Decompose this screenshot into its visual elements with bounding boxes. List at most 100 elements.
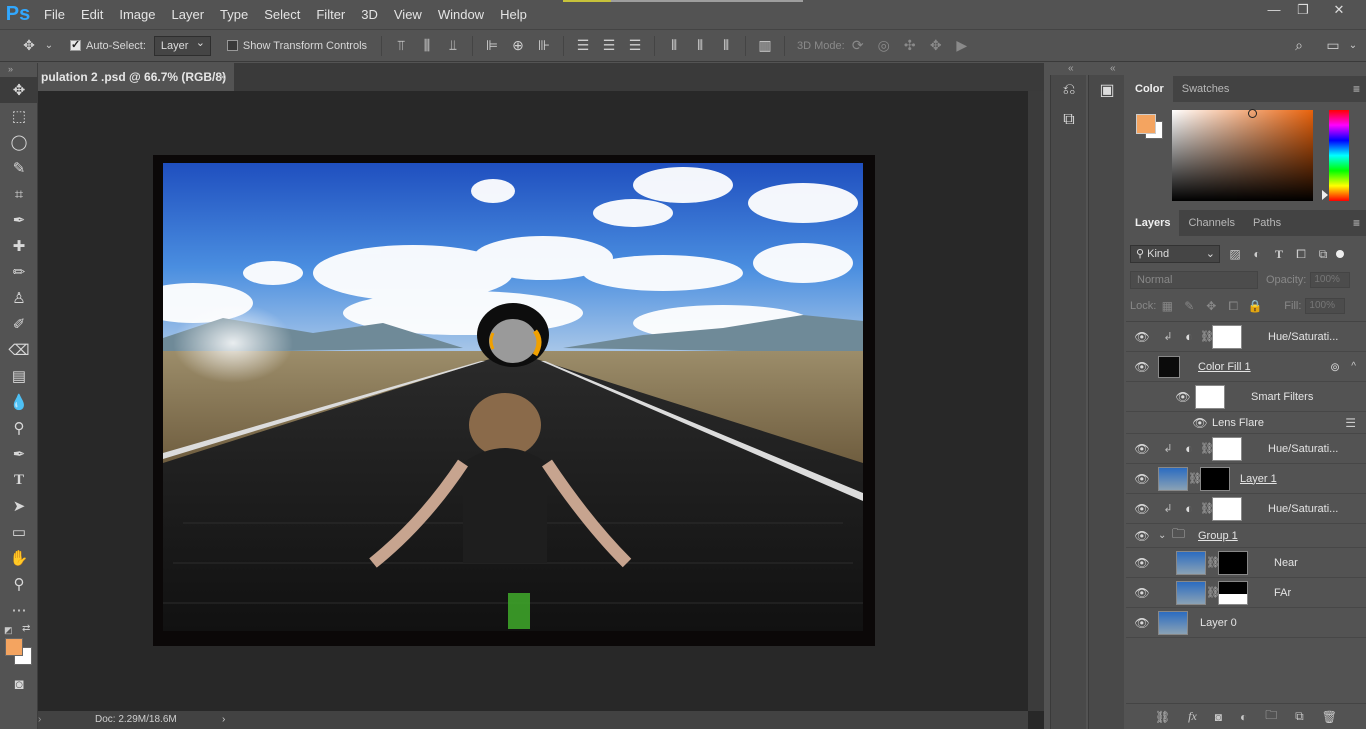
collapse-arrows-icon[interactable]: » xyxy=(0,63,37,77)
path-select-tool[interactable]: ➤ xyxy=(0,493,38,519)
layer-mask-thumbnail[interactable] xyxy=(1200,466,1230,491)
visibility-eye-icon[interactable]: 👁 xyxy=(1171,390,1195,404)
panel-menu-icon[interactable]: ≡ xyxy=(1353,210,1360,236)
zoom-tool[interactable]: ⚲ xyxy=(0,571,38,597)
auto-select-target-dropdown[interactable]: Layer xyxy=(153,34,211,56)
layer-mask-thumbnail[interactable] xyxy=(1218,550,1248,575)
layer-row[interactable]: 👁 Smart Filters xyxy=(1126,382,1366,412)
menu-type[interactable]: Type xyxy=(212,0,256,29)
tab-layers[interactable]: Layers xyxy=(1126,210,1180,236)
align-bottom-icon[interactable]: ⫫ xyxy=(440,37,466,54)
layer-row[interactable]: 👁 ↲ ◐ ⛓ Hue/Saturati... xyxy=(1126,494,1366,524)
filter-adjustment-icon[interactable]: ◐ xyxy=(1246,247,1268,261)
visibility-eye-icon[interactable]: 👁 xyxy=(1126,586,1158,600)
pen-tool[interactable]: ✒ xyxy=(0,441,38,467)
swap-colors-icon[interactable]: ⇄ xyxy=(22,623,30,634)
tab-channels[interactable]: Channels xyxy=(1179,210,1243,236)
type-tool[interactable]: T xyxy=(0,467,38,493)
layer-thumbnail[interactable] xyxy=(1158,466,1188,491)
hue-slider-marker[interactable] xyxy=(1322,190,1328,200)
tab-color[interactable]: Color xyxy=(1126,76,1173,102)
layer-row[interactable]: 👁 Color Fill 1 ⊚ ^ xyxy=(1126,352,1366,382)
distribute-left-icon[interactable]: ⦀ xyxy=(661,37,687,54)
canvas-pasteboard[interactable] xyxy=(38,91,1028,711)
close-document-icon[interactable]: × xyxy=(219,63,226,91)
link-layers-icon[interactable]: ⛓ xyxy=(1155,710,1170,724)
align-left-icon[interactable]: ⊫ xyxy=(479,37,505,54)
restore-button[interactable]: ❐ xyxy=(1288,0,1318,22)
visibility-eye-icon[interactable]: 👁 xyxy=(1126,616,1158,630)
align-top-icon[interactable]: ⫪ xyxy=(388,37,414,54)
dock-collapse-left-icon[interactable]: « xyxy=(1068,63,1074,74)
layer-name[interactable]: Hue/Saturati... xyxy=(1268,443,1338,455)
tab-paths[interactable]: Paths xyxy=(1244,210,1290,236)
3d-roll-icon[interactable]: ◎ xyxy=(871,37,897,54)
more-tools-icon[interactable]: ⋯ xyxy=(0,597,38,623)
layer-row[interactable]: 👁 Layer 0 xyxy=(1126,608,1366,638)
layer-mask-thumbnail[interactable] xyxy=(1212,324,1242,349)
auto-align-icon[interactable]: ▥ xyxy=(752,37,778,54)
show-transform-checkbox[interactable]: Show Transform Controls xyxy=(226,40,367,52)
menu-3d[interactable]: 3D xyxy=(353,0,386,29)
layer-mask-thumbnail[interactable] xyxy=(1212,496,1242,521)
3d-rotate-icon[interactable]: ⟳ xyxy=(845,37,871,54)
layer-row[interactable]: 👁 Lens Flare ☰ xyxy=(1126,412,1366,434)
filter-pixel-icon[interactable]: ▨ xyxy=(1224,247,1246,261)
eyedropper-tool[interactable]: ✒ xyxy=(0,207,38,233)
opacity-field[interactable]: 100% xyxy=(1310,272,1351,288)
search-icon[interactable]: ⌕ xyxy=(1286,37,1312,54)
marquee-tool[interactable]: ⬚ xyxy=(0,103,38,129)
distribute-right-icon[interactable]: ⦀ xyxy=(713,37,739,54)
blur-tool[interactable]: 💧 xyxy=(0,389,38,415)
menu-select[interactable]: Select xyxy=(256,0,308,29)
lock-all-icon[interactable]: 🔒 xyxy=(1244,299,1266,313)
filter-smart-object-icon[interactable]: ⧉ xyxy=(1312,247,1334,262)
blend-mode-dropdown[interactable]: Normal xyxy=(1130,271,1258,289)
align-right-icon[interactable]: ⊪ xyxy=(531,37,557,54)
link-icon[interactable]: ⛓ xyxy=(1200,502,1214,515)
status-menu-arrow-icon[interactable]: › xyxy=(222,711,225,729)
close-window-button[interactable]: ✕ xyxy=(1324,0,1354,22)
eraser-tool[interactable]: ⌫ xyxy=(0,337,38,363)
align-vcenter-icon[interactable]: ⫼ xyxy=(414,37,440,54)
menu-edit[interactable]: Edit xyxy=(73,0,111,29)
menu-file[interactable]: File xyxy=(36,0,73,29)
gradient-tool[interactable]: ▤ xyxy=(0,363,38,389)
healing-brush-tool[interactable]: ✚ xyxy=(0,233,38,259)
smart-object-thumbnail[interactable] xyxy=(1158,355,1180,378)
layer-name[interactable]: Layer 0 xyxy=(1200,617,1237,629)
history-brush-tool[interactable]: ✐ xyxy=(0,311,38,337)
quick-select-tool[interactable]: ✎ xyxy=(0,155,38,181)
distribute-bottom-icon[interactable]: ☰ xyxy=(622,37,648,54)
color-picker-cursor[interactable] xyxy=(1248,109,1257,118)
show-transform-check[interactable] xyxy=(226,40,238,51)
layer-name[interactable]: Layer 1 xyxy=(1240,473,1277,485)
new-adjustment-icon[interactable]: ◐ xyxy=(1240,710,1247,724)
new-layer-icon[interactable]: ⧉ xyxy=(1295,709,1304,724)
group-expand-icon[interactable]: ⌄ xyxy=(1158,530,1168,541)
color-fg-swatch[interactable] xyxy=(1136,114,1156,134)
minimize-button[interactable]: — xyxy=(1259,0,1289,22)
distribute-vcenter-icon[interactable]: ☰ xyxy=(596,37,622,54)
document-tab[interactable]: pulation 2 .psd @ 66.7% (RGB/8) × xyxy=(38,63,234,91)
delete-layer-icon[interactable]: 🗑 xyxy=(1322,710,1337,724)
group-name[interactable]: Group 1 xyxy=(1198,530,1238,542)
character-panel-icon[interactable]: ⧉ xyxy=(1051,105,1087,135)
visibility-eye-icon[interactable]: 👁 xyxy=(1126,330,1158,344)
layer-name[interactable]: Color Fill 1 xyxy=(1198,361,1251,373)
dock-collapse-right-icon[interactable]: « xyxy=(1110,63,1116,74)
hue-slider[interactable] xyxy=(1329,110,1349,201)
move-tool-icon[interactable]: ✥ xyxy=(16,37,42,54)
crop-tool[interactable]: ⌗ xyxy=(0,181,38,207)
menu-window[interactable]: Window xyxy=(430,0,492,29)
kind-filter-dropdown[interactable]: ⚲ Kind ⌄ xyxy=(1130,245,1220,263)
layer-thumbnail[interactable] xyxy=(1176,580,1206,605)
visibility-eye-icon[interactable]: 👁 xyxy=(1126,442,1158,456)
lock-artboard-icon[interactable]: ⧠ xyxy=(1222,299,1244,314)
link-icon[interactable]: ⛓ xyxy=(1200,330,1214,343)
lock-pixels-icon[interactable]: ✎ xyxy=(1178,299,1200,313)
layer-mask-thumbnail[interactable] xyxy=(1212,436,1242,461)
filter-shape-icon[interactable]: ⧠ xyxy=(1290,247,1312,262)
link-icon[interactable]: ⛓ xyxy=(1200,442,1214,455)
properties-panel-icon[interactable]: ▣ xyxy=(1089,75,1125,105)
